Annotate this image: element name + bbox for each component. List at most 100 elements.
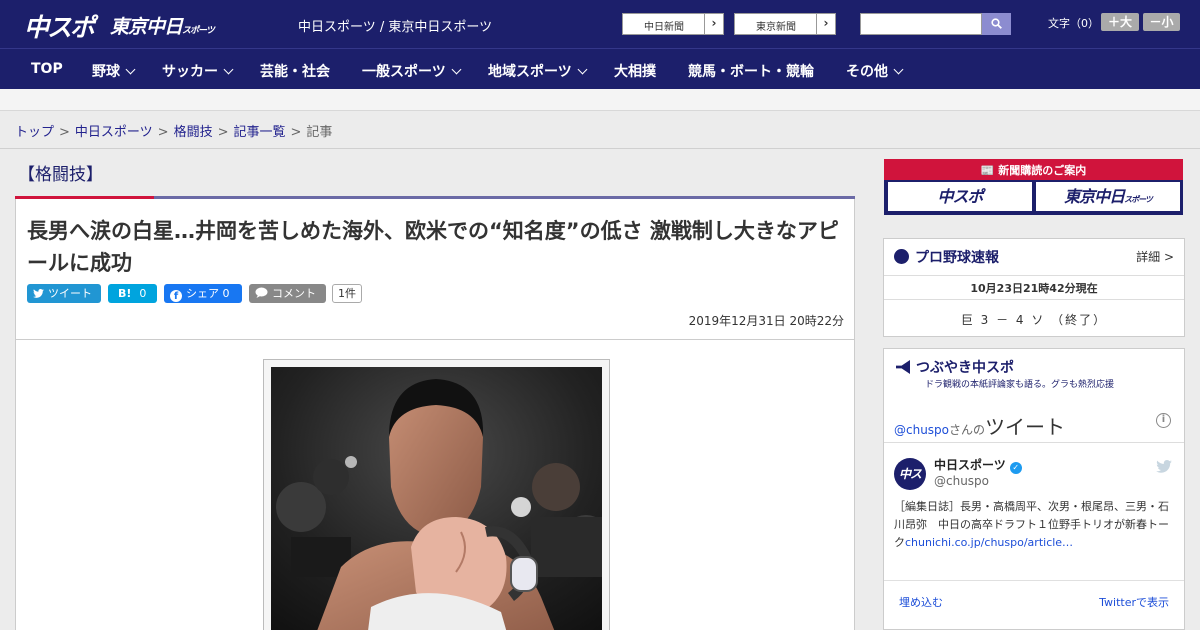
chevron-right-icon: › <box>704 14 723 34</box>
nav-item-soccer[interactable]: サッカー <box>162 61 234 81</box>
article-category: 【格闘技】 <box>18 165 103 185</box>
font-decrease-button[interactable]: －小 <box>1143 13 1180 31</box>
comment-label: コメント <box>272 287 316 300</box>
nav-label: TOP <box>31 61 63 77</box>
twitter-share-button[interactable]: ツイート <box>27 284 101 303</box>
nav-item-entertainment[interactable]: 芸能・社会 <box>260 61 330 81</box>
nav-label: 大相撲 <box>614 64 656 80</box>
twitter-timeline: @chuspoさんのツイート i 中スポ 中日スポーツ ✓ @chuspo ［編集… <box>884 396 1184 628</box>
hatena-count: 0 <box>139 287 147 300</box>
baseball-update-time: 10月23日21時42分現在 <box>970 282 1098 295</box>
baseball-score[interactable]: 巨 3 － 4 ソ （終了） <box>884 311 1184 328</box>
tweet-author-name[interactable]: 中日スポーツ ✓ <box>934 456 1022 474</box>
nav-label: サッカー <box>162 64 218 80</box>
comment-count-badge[interactable]: 1件 <box>332 284 362 303</box>
divider <box>884 442 1184 443</box>
nav-label: 競馬・ボート・競輪 <box>688 64 814 80</box>
search-icon <box>991 18 1002 29</box>
baseball-score-panel: プロ野球速報 詳細 > 10月23日21時42分現在 巨 3 － 4 ソ （終了… <box>883 238 1185 337</box>
tokyo-chunichi-subscribe-button[interactable]: 東京中日スポーツ <box>1036 182 1180 211</box>
tweet-text: ［編集日誌］長男・高橋周平、次男・根尾昂、三男・石川昂弥 中日の高卒ドラフト１位… <box>894 498 1179 552</box>
chevron-down-icon <box>223 64 234 75</box>
top-header: 中スポ 東京中日スポーツ 中日スポーツ / 東京中日スポーツ 中日新聞 › 東京… <box>0 0 1200 48</box>
breadcrumb-article-list[interactable]: 記事一覧 <box>234 125 286 140</box>
twitter-panel: つぶやき中スポ ドラ観戦の本紙評論家も語る。グラも熱烈応援 @chuspoさんの… <box>883 348 1185 630</box>
subscription-title-text: 新聞購読のご案内 <box>998 164 1087 177</box>
nav-item-general-sports[interactable]: 一般スポーツ <box>362 61 462 81</box>
breadcrumb-martial-arts[interactable]: 格闘技 <box>174 125 213 140</box>
newspaper-icon: 📰 <box>980 164 995 177</box>
article-photo[interactable] <box>271 367 602 630</box>
nav-label: 地域スポーツ <box>488 64 572 80</box>
hatena-bookmark-button[interactable]: B! 0 <box>108 284 157 303</box>
chevron-down-icon <box>451 64 462 75</box>
nav-item-baseball[interactable]: 野球 <box>92 61 136 81</box>
tweet-link[interactable]: chunichi.co.jp/chuspo/article… <box>905 536 1073 549</box>
subscription-title: 📰 新聞購読のご案内 <box>884 162 1183 178</box>
chevron-right-icon: › <box>816 14 835 34</box>
twitter-bird-icon[interactable] <box>1156 458 1172 477</box>
paper-link-label: 中日新聞 <box>644 22 684 33</box>
publish-date: 2019年12月31日 20時22分 <box>688 314 844 328</box>
avatar[interactable]: 中スポ <box>894 458 926 513</box>
nav-item-local-sports[interactable]: 地域スポーツ <box>488 61 588 81</box>
nav-item-other[interactable]: その他 <box>846 61 904 81</box>
twitter-share-label: ツイート <box>48 287 92 300</box>
tokyo-chunichi-logo[interactable]: 東京中日スポーツ <box>110 12 215 39</box>
breadcrumb-chunichi-sports[interactable]: 中日スポーツ <box>75 125 153 140</box>
paper-link-label: 東京新聞 <box>756 22 796 33</box>
chevron-down-icon <box>893 64 904 75</box>
comment-button[interactable]: コメント <box>249 284 326 303</box>
chevron-down-icon <box>125 64 136 75</box>
baseball-detail-link[interactable]: 詳細 > <box>1136 248 1174 265</box>
font-increase-button[interactable]: ＋大 <box>1101 13 1139 31</box>
divider <box>884 299 1184 300</box>
twitter-icon <box>33 284 44 303</box>
info-icon[interactable]: i <box>1156 413 1171 428</box>
view-on-twitter-link[interactable]: Twitterで表示 <box>1099 594 1169 610</box>
nav-item-sumo[interactable]: 大相撲 <box>614 61 656 81</box>
timeline-handle-suffix: さんの <box>949 423 986 437</box>
sub-nav-bar <box>0 89 1200 111</box>
font-size-label: 文字（0） <box>1048 17 1099 30</box>
divider <box>884 580 1184 581</box>
timeline-handle[interactable]: @chuspo <box>894 423 949 437</box>
twitter-panel-subtitle: ドラ観戦の本紙評論家も語る。グラも熱烈応援 <box>925 380 1115 390</box>
divider <box>0 148 1200 149</box>
twitter-timeline-header: @chuspoさんのツイート <box>894 411 1065 440</box>
breadcrumb-sep: > <box>157 125 169 140</box>
divider <box>16 339 854 340</box>
facebook-share-button[interactable]: f シェア 0 <box>164 284 242 303</box>
baseball-title-text: プロ野球速報 <box>915 250 999 266</box>
breadcrumb-top[interactable]: トップ <box>15 125 54 140</box>
facebook-share-label: シェア <box>186 287 219 300</box>
megaphone-icon <box>896 360 910 374</box>
author-name-text: 中日スポーツ <box>934 458 1006 472</box>
search-button[interactable] <box>982 13 1011 35</box>
tweet-author-handle[interactable]: @chuspo <box>934 474 989 488</box>
chuspo-logo[interactable]: 中スポ <box>24 8 95 44</box>
nav-item-racing[interactable]: 競馬・ボート・競輪 <box>688 61 814 81</box>
nav-item-top[interactable]: TOP <box>31 61 63 77</box>
hatena-bookmark-icon: B! <box>118 287 132 300</box>
article-headline: 長男へ涙の白星…井岡を苦しめた海外、欧米での“知名度”の低さ 激戦制し大きなアピ… <box>27 219 839 275</box>
chuspo-subscribe-button[interactable]: 中スポ <box>888 182 1032 211</box>
site-title[interactable]: 中日スポーツ / 東京中日スポーツ <box>298 16 492 35</box>
breadcrumb: トップ > 中日スポーツ > 格闘技 > 記事一覧 > 記事 <box>15 121 332 140</box>
article-photo-frame <box>263 359 610 630</box>
tokyo-shimbun-link[interactable]: 東京新聞 › <box>734 13 836 35</box>
breadcrumb-sep: > <box>217 125 229 140</box>
twitter-panel-title: つぶやき中スポ <box>896 357 1014 377</box>
search-input[interactable] <box>860 13 982 35</box>
facebook-icon: f <box>170 284 182 303</box>
nav-label: 一般スポーツ <box>362 64 446 80</box>
embed-link[interactable]: 埋め込む <box>899 594 943 610</box>
speech-bubble-icon <box>255 284 268 303</box>
nav-label: 野球 <box>92 64 120 80</box>
tokyo-logo-small: スポーツ <box>182 26 215 36</box>
twitter-title-text: つぶやき中スポ <box>916 360 1014 376</box>
chunichi-shimbun-link[interactable]: 中日新聞 › <box>622 13 724 35</box>
baseball-icon <box>894 249 909 264</box>
verified-badge-icon: ✓ <box>1009 462 1022 474</box>
chevron-down-icon <box>577 64 588 75</box>
